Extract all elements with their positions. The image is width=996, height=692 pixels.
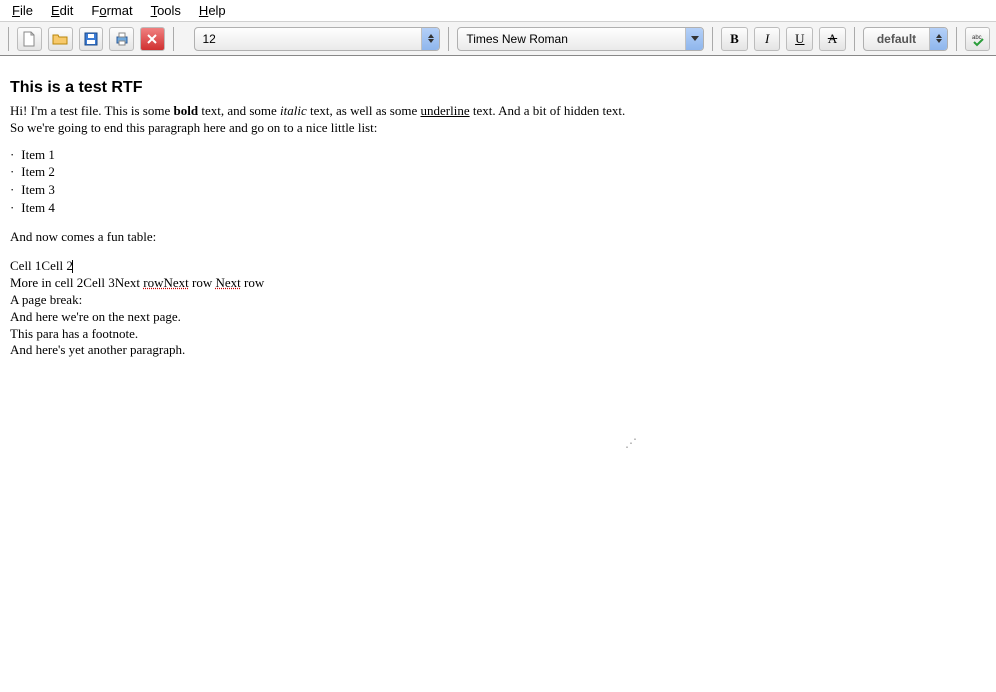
spellcheck-button[interactable]: abc: [965, 27, 990, 51]
text-run: Cell 2: [41, 258, 72, 273]
bold-run: bold: [174, 103, 199, 118]
save-button[interactable]: [79, 27, 104, 51]
text-run: row: [189, 275, 216, 290]
table-line-1: Cell 1Cell 2: [10, 258, 640, 275]
spell-error: Next: [163, 275, 188, 290]
list-item: · Item 1: [10, 147, 640, 164]
menu-file[interactable]: File: [12, 3, 33, 18]
list-item: · Item 3: [10, 182, 640, 199]
italic-button[interactable]: I: [754, 27, 781, 51]
text-cursor: [72, 260, 73, 273]
toolbar-divider: [8, 27, 9, 51]
list-item: · Item 4: [10, 200, 640, 217]
font-name-select[interactable]: Times New Roman: [457, 27, 704, 51]
toolbar-divider: [854, 27, 855, 51]
list-label: Item 4: [21, 200, 55, 215]
text-run: Hi! I'm a test file. This is some: [10, 103, 174, 118]
open-file-button[interactable]: [48, 27, 73, 51]
menu-bar: File Edit Format Tools Help: [0, 0, 996, 22]
dropdown-arrow-icon[interactable]: [685, 28, 703, 50]
print-icon: [114, 31, 130, 47]
spell-error: row: [143, 275, 163, 290]
font-size-select[interactable]: 12: [194, 27, 441, 51]
save-icon: [83, 31, 99, 47]
spell-error: Next: [215, 275, 240, 290]
table-line-2: More in cell 2Cell 3Next rowNext row Nex…: [10, 275, 640, 292]
svg-text:abc: abc: [972, 35, 982, 41]
text-run: Cell 1: [10, 258, 41, 273]
resize-handle-icon[interactable]: ⋰: [625, 436, 637, 450]
paragraph: And now comes a fun table:: [10, 229, 640, 246]
stepper-arrows-icon[interactable]: [929, 28, 947, 50]
bullet-list: · Item 1 · Item 2 · Item 3 · Item 4: [10, 147, 640, 218]
text-run: More in cell 2: [10, 275, 83, 290]
close-button[interactable]: [140, 27, 165, 51]
text-run: text, and some: [198, 103, 280, 118]
paragraph-intro: Hi! I'm a test file. This is some bold t…: [10, 103, 640, 137]
paragraph: And here's yet another paragraph.: [10, 342, 640, 359]
list-label: Item 1: [21, 147, 55, 162]
open-folder-icon: [52, 31, 68, 47]
document-content[interactable]: This is a test RTF Hi! I'm a test file. …: [10, 78, 640, 359]
paragraph: A page break:: [10, 292, 640, 309]
font-size-value: 12: [195, 32, 422, 46]
menu-format[interactable]: Format: [91, 3, 132, 18]
stepper-arrows-icon[interactable]: [421, 28, 439, 50]
paragraph: This para has a footnote.: [10, 326, 640, 343]
underline-run: underline: [421, 103, 470, 118]
toolbar-divider: [956, 27, 957, 51]
menu-edit[interactable]: Edit: [51, 3, 73, 18]
doc-heading: This is a test RTF: [10, 78, 640, 99]
close-icon: [144, 31, 160, 47]
toolbar-divider: [712, 27, 713, 51]
toolbar: 12 Times New Roman B I U A default abc: [0, 22, 996, 56]
bold-button[interactable]: B: [721, 27, 748, 51]
text-run: row: [241, 275, 264, 290]
list-label: Item 3: [21, 182, 55, 197]
style-value: default: [864, 32, 930, 46]
strike-button[interactable]: A: [819, 27, 846, 51]
new-file-icon: [21, 31, 37, 47]
menu-help[interactable]: Help: [199, 3, 226, 18]
paragraph-style-select[interactable]: default: [863, 27, 949, 51]
italic-run: italic: [280, 103, 307, 118]
text-run: Cell 3: [83, 275, 114, 290]
underline-button[interactable]: U: [786, 27, 813, 51]
paragraph: And here we're on the next page.: [10, 309, 640, 326]
spellcheck-icon: abc: [970, 31, 986, 47]
new-file-button[interactable]: [17, 27, 42, 51]
print-button[interactable]: [109, 27, 134, 51]
toolbar-divider: [173, 27, 174, 51]
list-label: Item 2: [21, 164, 55, 179]
text-run: text, as well as some: [307, 103, 421, 118]
text-run: Next: [115, 275, 140, 290]
list-item: · Item 2: [10, 164, 640, 181]
document-area[interactable]: This is a test RTF Hi! I'm a test file. …: [0, 56, 996, 369]
font-name-value: Times New Roman: [458, 32, 685, 46]
toolbar-divider: [448, 27, 449, 51]
menu-tools[interactable]: Tools: [151, 3, 181, 18]
